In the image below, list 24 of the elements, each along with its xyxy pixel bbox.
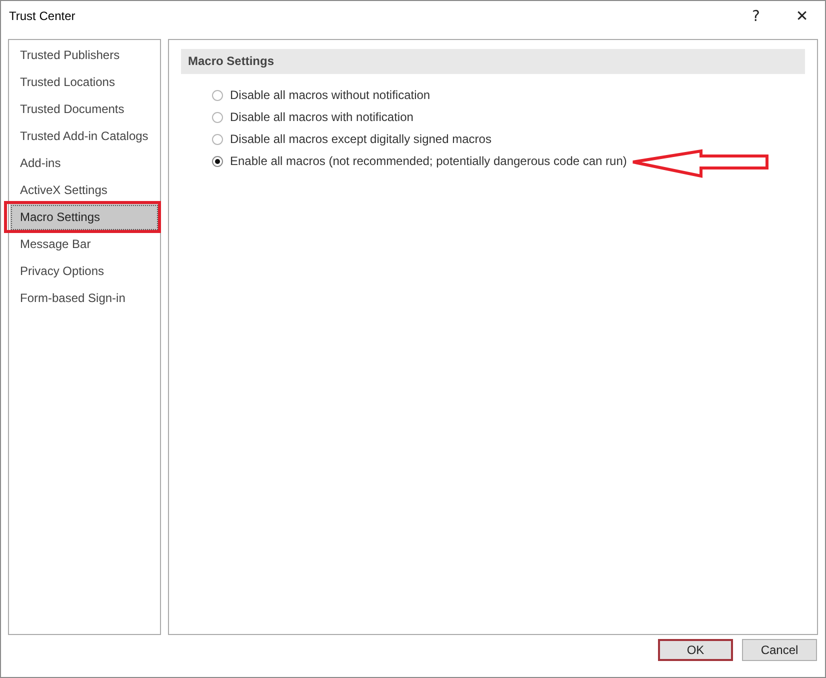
sidebar-item[interactable]: Add-ins (9, 150, 160, 177)
option-label[interactable]: Disable all macros except digitally signed macros (230, 132, 492, 146)
sidebar-item[interactable]: Trusted Locations (9, 69, 160, 96)
sidebar-item[interactable]: Message Bar (9, 231, 160, 258)
radio-button[interactable] (212, 90, 223, 100)
sidebar-item[interactable]: ActiveX Settings (9, 177, 160, 204)
sidebar-item[interactable]: Trusted Documents (9, 96, 160, 123)
sidebar-item[interactable]: Form-based Sign-in (9, 285, 160, 312)
radio-button[interactable] (212, 134, 223, 144)
radio-button[interactable] (212, 156, 223, 166)
sidebar-item[interactable]: Trusted Add-in Catalogs (9, 123, 160, 150)
option-label[interactable]: Disable all macros with notification (230, 110, 414, 124)
help-button[interactable]: ? (733, 1, 779, 31)
sidebar-item[interactable]: Macro Settings (10, 204, 159, 231)
cancel-button[interactable]: Cancel (742, 639, 817, 661)
ok-button[interactable]: OK (658, 639, 733, 661)
window-title: Trust Center (9, 9, 76, 23)
option-label[interactable]: Disable all macros without notification (230, 88, 430, 102)
sidebar-item[interactable]: Trusted Publishers (9, 42, 160, 69)
sidebar-item[interactable]: Privacy Options (9, 258, 160, 285)
close-button[interactable]: ✕ (779, 1, 825, 31)
section-header: Macro Settings (181, 49, 805, 74)
option-label[interactable]: Enable all macros (not recommended; potentially dangerous code can run) (230, 154, 627, 168)
radio-button[interactable] (212, 112, 223, 122)
